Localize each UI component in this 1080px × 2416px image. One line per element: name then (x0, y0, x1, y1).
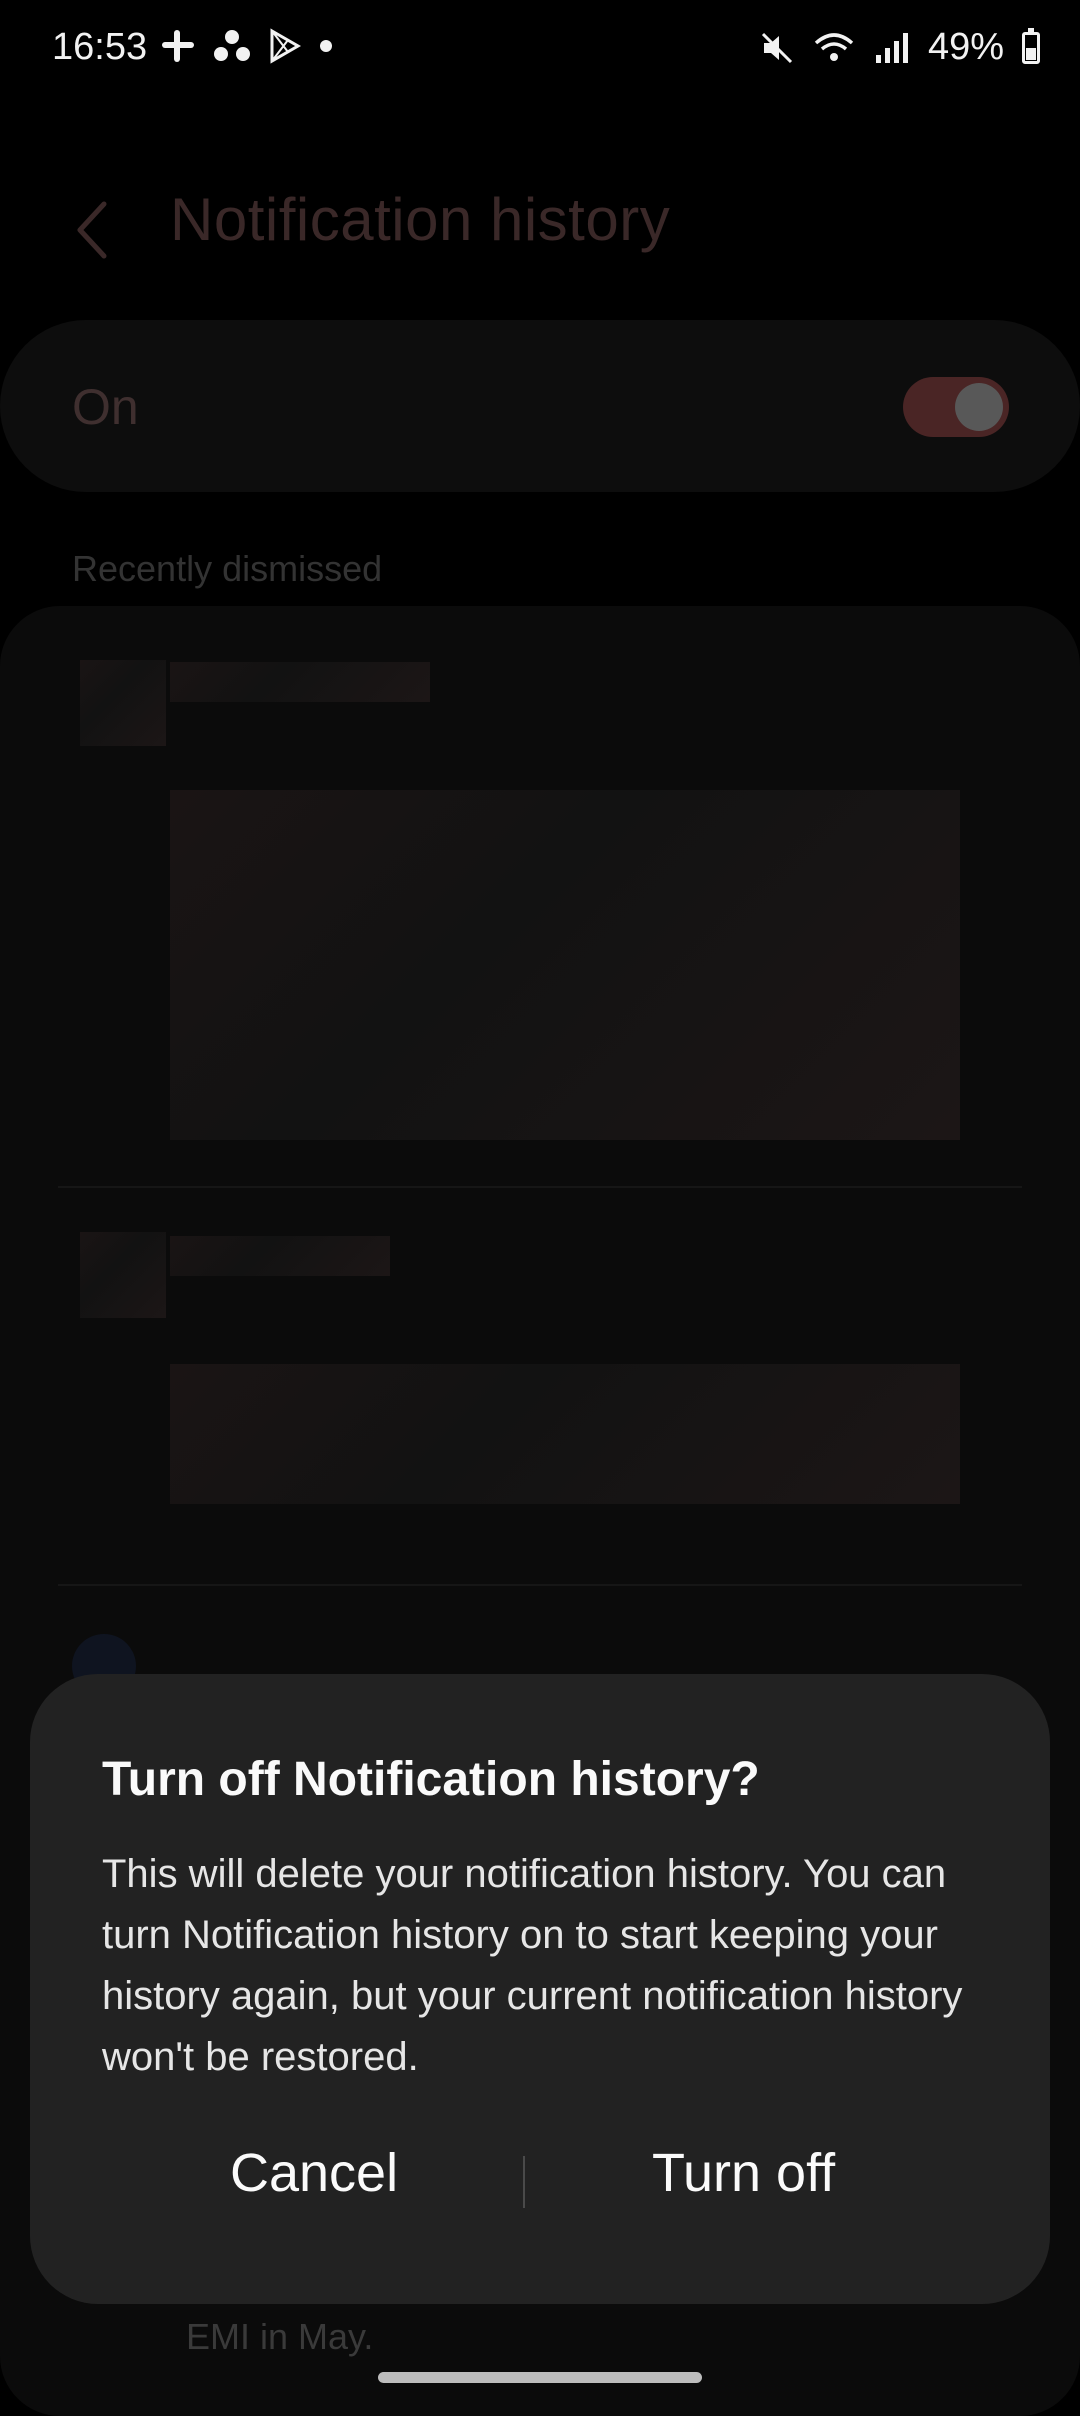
turn-off-button[interactable]: Turn off (652, 2142, 835, 2204)
app-icon-redacted (80, 1232, 166, 1318)
mute-icon (761, 32, 792, 63)
confirm-dialog: Turn off Notification history? This will… (30, 1674, 1050, 2304)
app-name-redacted (170, 662, 430, 702)
play-store-icon (270, 28, 302, 64)
cancel-button[interactable]: Cancel (230, 2142, 398, 2204)
divider (58, 1186, 1022, 1188)
app-name-redacted (170, 1236, 390, 1276)
notification-content-redacted (170, 1364, 960, 1504)
page-title: Notification history (170, 186, 671, 253)
wifi-icon (814, 32, 854, 61)
status-left-icons (160, 28, 334, 64)
dialog-title: Turn off Notification history? (102, 1753, 760, 1806)
gesture-nav-handle[interactable] (378, 2372, 702, 2383)
status-right: 49% (760, 26, 1040, 69)
master-toggle[interactable] (903, 377, 1009, 437)
status-time: 16:53 (52, 26, 148, 68)
dot-icon (320, 40, 332, 52)
battery-icon (1022, 27, 1040, 64)
battery-percent: 49% (927, 26, 1004, 68)
dots-icon (214, 30, 250, 61)
app-icon-redacted (80, 660, 166, 746)
master-switch-label: On (72, 379, 139, 435)
back-arrow-icon[interactable] (72, 200, 112, 260)
toggle-knob (955, 383, 1003, 431)
notification-content-redacted (170, 790, 960, 1140)
status-bar: 16:53 49% (0, 0, 1080, 100)
button-divider (523, 2156, 525, 2208)
section-label: Recently dismissed (72, 548, 383, 589)
signal-icon (875, 32, 908, 63)
dialog-message: This will delete your notification histo… (102, 1852, 963, 2079)
divider (58, 1584, 1022, 1586)
faded-preview-text: EMI in May. (186, 2316, 374, 2357)
slack-icon (162, 30, 194, 62)
